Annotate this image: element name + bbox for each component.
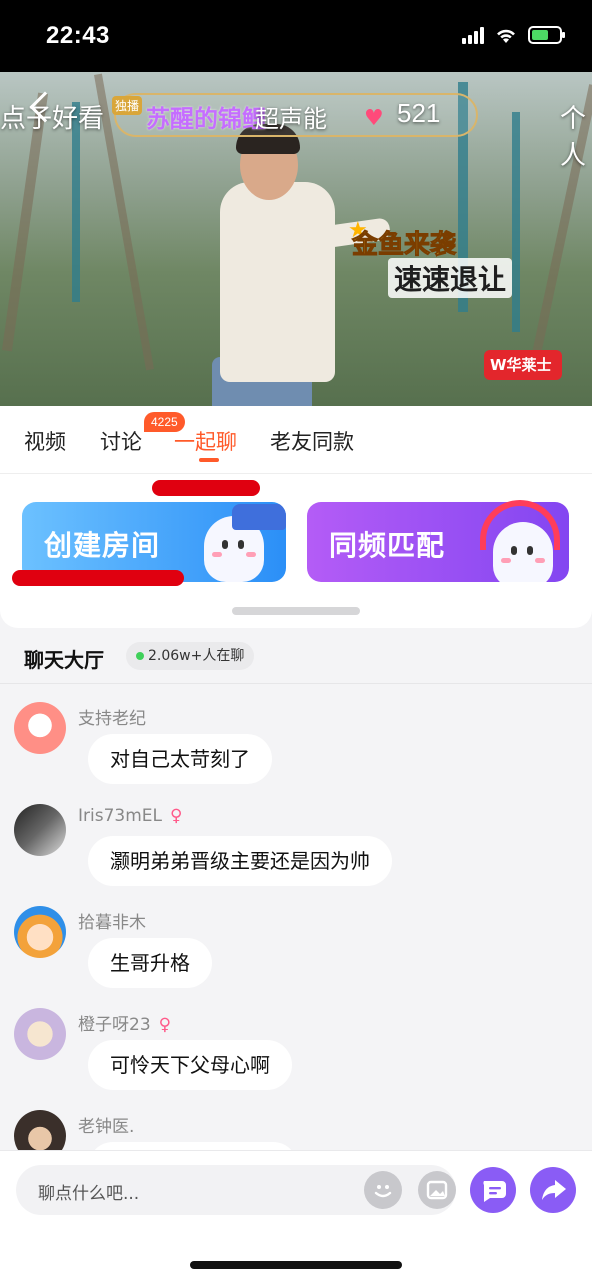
online-dot-icon [136,652,144,660]
room-cards: 创建房间 同频匹配 [0,474,592,628]
online-count-text: 2.06w+人在聊 [148,648,245,664]
female-icon: ♀ [170,806,183,826]
avatar[interactable] [14,1008,66,1060]
quick-chat-icon[interactable] [470,1167,516,1213]
status-time: 22:43 [46,22,110,49]
brand-logo: W华莱士 [484,350,562,380]
message-bubble: 灏明弟弟晋级主要还是因为帅 [88,836,392,886]
wifi-icon [497,29,515,43]
status-icons [462,26,565,44]
message-bubble: 生哥升格 [88,938,212,988]
status-bar: 22:43 [0,0,592,72]
message-input[interactable]: 聊点什么吧... [16,1165,456,1215]
exclusive-badge: 独播 [112,96,143,115]
message-username: Iris73mEL ♀ [78,806,183,826]
message-item: 支持老纪 对自己太苛刻了 [0,684,592,786]
message-username: 拾暮非木 [78,913,146,933]
tab-video[interactable]: 视频 [24,426,66,456]
top-right-text: 个人 [560,104,587,171]
tab-same-style[interactable]: 老友同款 [270,426,354,456]
message-bubble [88,1142,298,1150]
message-username: 橙子呀23 ♀ [78,1015,172,1035]
message-item: 老钟医. [0,1092,592,1150]
image-icon[interactable] [418,1171,456,1209]
like-count: 521 [397,98,441,128]
message-list[interactable]: 支持老纪 对自己太苛刻了 Iris73mEL ♀ 灏明弟弟晋级主要还是因为帅 拾暮… [0,684,592,1150]
female-icon: ♀ [158,1015,172,1035]
video-title-white: 超声能 [255,105,327,133]
heart-icon[interactable]: ♥ [364,106,384,131]
redaction-mark [152,480,260,496]
message-item: Iris73mEL ♀ 灏明弟弟晋级主要还是因为帅 [0,786,592,888]
message-bubble: 可怜天下父母心啊 [88,1040,292,1090]
battery-icon [528,26,565,44]
tab-bar: 视频 讨论 一起聊 老友同款 [0,406,592,474]
redaction-mark [12,570,184,586]
avatar[interactable] [14,906,66,958]
tab-discussion[interactable]: 讨论 [100,426,142,456]
hat-icon [232,504,286,530]
create-room-label: 创建房间 [44,529,161,562]
share-icon[interactable] [530,1167,576,1213]
chat-lobby-header: 聊天大厅 2.06w+人在聊 [0,628,592,684]
video-caption-1: 金鱼来袭 [351,230,457,261]
tab-chat-together[interactable]: 一起聊 [174,426,237,456]
chat-lobby-title: 聊天大厅 [24,648,104,672]
cellular-signal-icon [462,26,484,44]
message-input-placeholder: 聊点什么吧... [38,1184,140,1204]
message-username: 老钟医. [78,1117,135,1137]
home-indicator [190,1261,402,1269]
avatar[interactable] [14,804,66,856]
emoji-icon[interactable] [364,1171,402,1209]
drag-handle[interactable] [232,607,360,615]
video-title-purple: 苏醒的锦鲤 [146,105,266,133]
avatar[interactable] [14,1110,66,1150]
message-composer: 聊点什么吧... [0,1150,592,1280]
video-caption-2: 速速退让 [388,258,513,298]
active-tab-indicator [199,458,219,462]
message-item: 橙子呀23 ♀ 可怜天下父母心啊 [0,990,592,1092]
message-username: 支持老纪 [78,709,146,729]
avatar[interactable] [14,702,66,754]
online-count-badge: 2.06w+人在聊 [126,642,255,670]
frequency-match-label: 同频匹配 [329,529,446,562]
discussion-count-badge: 4225 [144,412,185,432]
message-item: 拾暮非木 生哥升格 [0,888,592,990]
message-bubble: 对自己太苛刻了 [88,734,272,784]
